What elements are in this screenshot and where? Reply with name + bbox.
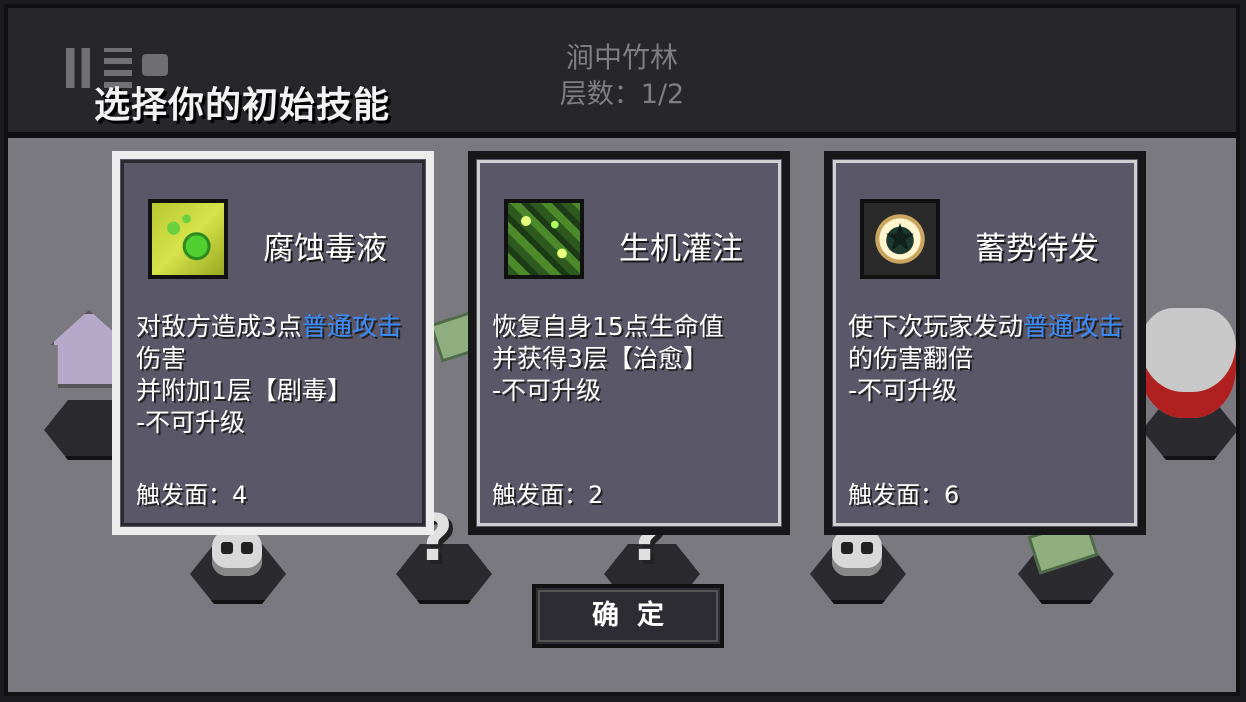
trigger-face: 触发面：2 xyxy=(492,481,604,509)
page-title: 选择你的初始技能 xyxy=(94,85,391,126)
skill-name: 生机灌注 xyxy=(619,231,743,267)
desc-text: 的伤害翻倍 -不可升级 xyxy=(848,344,974,405)
desc-highlight: 普通攻击 xyxy=(301,312,402,341)
skull-sprite xyxy=(212,528,262,576)
desc-text: 使下次玩家发动 xyxy=(848,312,1024,341)
skull-sprite xyxy=(832,528,882,576)
skill-card-ready-to-strike[interactable]: 蓄势待发 使下次玩家发动普通攻击的伤害翻倍 -不可升级 触发面：6 xyxy=(824,151,1146,535)
desc-text: 对敌方造成3点 xyxy=(136,312,302,341)
trigger-face: 触发面：4 xyxy=(136,481,248,509)
skill-name: 腐蚀毒液 xyxy=(263,231,387,267)
skill-card-vitality-infusion[interactable]: 生机灌注 恢复自身15点生命值 并获得3层【治愈】 -不可升级 触发面：2 xyxy=(468,151,790,535)
skill-description: 对敌方造成3点普通攻击伤害 并附加1层【剧毒】 -不可升级 xyxy=(136,311,412,439)
top-bar: 涧中竹林 层数：1/2 选择你的初始技能 xyxy=(8,8,1236,138)
level-name: 涧中竹林 xyxy=(565,41,678,74)
desc-text: 伤害 并附加1层【剧毒】 -不可升级 xyxy=(136,344,352,437)
poison-skill-icon xyxy=(148,199,228,279)
confirm-button[interactable]: 确定 xyxy=(532,584,724,648)
desc-highlight: 普通攻击 xyxy=(1023,312,1124,341)
demon-boss-sprite xyxy=(1140,308,1236,418)
vitality-skill-icon xyxy=(504,199,584,279)
skill-description: 使下次玩家发动普通攻击的伤害翻倍 -不可升级 xyxy=(848,311,1124,407)
game-frame: ? ? 涧中竹林 层数：1/2 选择你的初始技能 腐蚀毒液 对敌方造成3点普通攻… xyxy=(4,4,1240,696)
trigger-face: 触发面：6 xyxy=(848,481,960,509)
desc-text: 恢复自身15点生命值 并获得3层【治愈】 -不可升级 xyxy=(492,312,724,405)
charge-skill-icon xyxy=(860,199,940,279)
skill-description: 恢复自身15点生命值 并获得3层【治愈】 -不可升级 xyxy=(492,311,768,407)
skill-name: 蓄势待发 xyxy=(975,231,1099,267)
skill-card-corrosive-venom[interactable]: 腐蚀毒液 对敌方造成3点普通攻击伤害 并附加1层【剧毒】 -不可升级 触发面：4 xyxy=(112,151,434,535)
